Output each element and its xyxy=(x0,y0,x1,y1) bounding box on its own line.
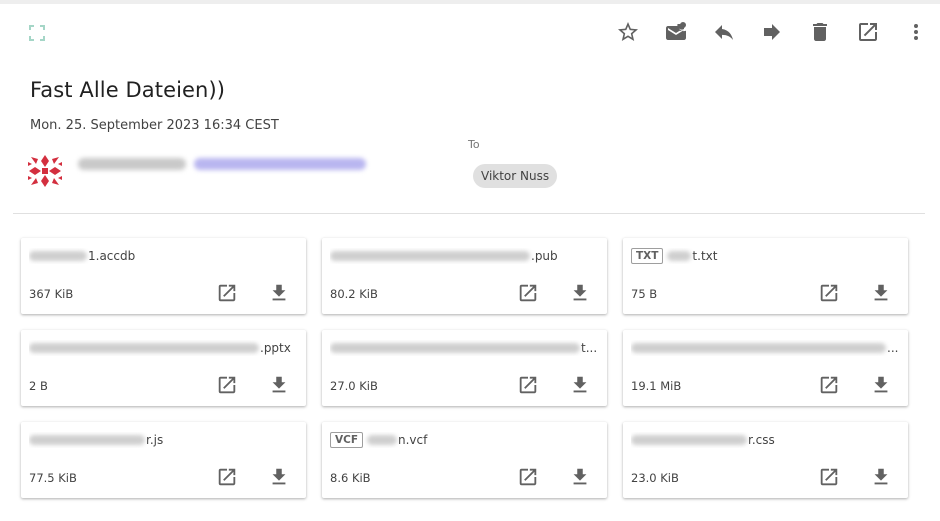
forward-icon[interactable] xyxy=(748,20,796,44)
attachment-name-suffix: r.js xyxy=(146,433,164,447)
attachment-name-redacted xyxy=(667,251,692,261)
attachment-size: 2 B xyxy=(29,379,48,393)
attachment-name-suffix: t.txt xyxy=(692,249,718,263)
attachment-card[interactable]: t... 27.0 KiB xyxy=(322,330,607,406)
attachment-name: t... xyxy=(330,340,599,356)
attachment-size: 19.1 MiB xyxy=(631,379,682,393)
open-external-icon[interactable] xyxy=(216,466,238,488)
download-icon[interactable] xyxy=(569,374,591,396)
download-icon[interactable] xyxy=(268,282,290,304)
attachment-name-redacted xyxy=(29,435,145,445)
header-divider xyxy=(13,213,925,214)
open-external-icon[interactable] xyxy=(517,282,539,304)
download-icon[interactable] xyxy=(870,282,892,304)
attachment-name-suffix: t... xyxy=(581,341,598,355)
more-vert-icon[interactable] xyxy=(892,20,940,44)
download-icon[interactable] xyxy=(870,374,892,396)
star-icon[interactable] xyxy=(604,20,652,44)
message-toolbar xyxy=(604,20,940,44)
attachment-card[interactable]: TXT t.txt 75 B xyxy=(623,238,908,314)
to-label: To xyxy=(468,138,480,151)
top-border xyxy=(0,0,940,4)
email-date: Mon. 25. September 2023 16:34 CEST xyxy=(30,118,279,133)
attachment-card[interactable]: .pptx 2 B xyxy=(21,330,306,406)
attachment-size: 27.0 KiB xyxy=(330,379,378,393)
attachment-name-redacted xyxy=(631,343,886,353)
attachment-name-redacted xyxy=(330,343,580,353)
attachment-name-suffix: .pub xyxy=(531,249,558,263)
attachment-name: VCF n.vcf xyxy=(330,432,599,448)
attachment-name-redacted xyxy=(29,343,259,353)
attachment-list: 1.accdb 367 KiB .pub 80.2 KiB TXT t.txt … xyxy=(21,238,908,498)
download-icon[interactable] xyxy=(268,466,290,488)
attachment-card[interactable]: r.css 23.0 KiB xyxy=(623,422,908,498)
attachment-card[interactable]: VCF n.vcf 8.6 KiB xyxy=(322,422,607,498)
open-external-icon[interactable] xyxy=(818,466,840,488)
attachment-name-suffix: .pptx xyxy=(260,341,291,355)
download-icon[interactable] xyxy=(569,466,591,488)
attachment-name-suffix: n.vcf xyxy=(398,433,428,447)
open-external-icon[interactable] xyxy=(844,20,892,44)
reply-icon[interactable] xyxy=(700,20,748,44)
attachment-size: 8.6 KiB xyxy=(330,471,371,485)
attachment-name-redacted xyxy=(330,251,530,261)
attachment-card[interactable]: r.js 77.5 KiB xyxy=(21,422,306,498)
sender-email-redacted[interactable] xyxy=(194,158,366,170)
open-external-icon[interactable] xyxy=(517,374,539,396)
attachment-size: 75 B xyxy=(631,287,658,301)
attachment-name: .pptx xyxy=(29,340,298,356)
sender-info xyxy=(78,158,366,170)
attachment-name: TXT t.txt xyxy=(631,248,900,264)
download-icon[interactable] xyxy=(870,466,892,488)
attachment-name: r.css xyxy=(631,432,900,448)
attachment-name-redacted xyxy=(29,251,87,261)
sender-avatar xyxy=(26,152,64,190)
sender-name-redacted xyxy=(78,158,186,170)
recipient-chip[interactable]: Viktor Nuss xyxy=(473,164,558,188)
download-icon[interactable] xyxy=(268,374,290,396)
attachment-name: r.js xyxy=(29,432,298,448)
attachment-name-redacted xyxy=(631,435,747,445)
file-type-badge: VCF xyxy=(330,432,364,448)
attachment-card[interactable]: 1.accdb 367 KiB xyxy=(21,238,306,314)
mail-unread-icon[interactable] xyxy=(652,20,700,44)
attachment-size: 77.5 KiB xyxy=(29,471,77,485)
attachment-card[interactable]: ... 19.1 MiB xyxy=(623,330,908,406)
attachment-name: ... xyxy=(631,340,900,356)
file-type-badge: TXT xyxy=(631,248,664,264)
attachment-size: 367 KiB xyxy=(29,287,74,301)
email-subject: Fast Alle Dateien)) xyxy=(30,78,226,102)
download-icon[interactable] xyxy=(569,282,591,304)
fullscreen-icon[interactable] xyxy=(28,24,46,42)
attachment-card[interactable]: .pub 80.2 KiB xyxy=(322,238,607,314)
attachment-name-suffix: 1.accdb xyxy=(88,249,136,263)
open-external-icon[interactable] xyxy=(818,374,840,396)
attachment-size: 80.2 KiB xyxy=(330,287,378,301)
delete-icon[interactable] xyxy=(796,20,844,44)
attachment-name-suffix: ... xyxy=(887,341,899,355)
open-external-icon[interactable] xyxy=(818,282,840,304)
open-external-icon[interactable] xyxy=(216,282,238,304)
open-external-icon[interactable] xyxy=(216,374,238,396)
open-external-icon[interactable] xyxy=(517,466,539,488)
attachment-size: 23.0 KiB xyxy=(631,471,679,485)
attachment-name: 1.accdb xyxy=(29,248,298,264)
attachment-name-redacted xyxy=(367,435,398,445)
attachment-name-suffix: r.css xyxy=(748,433,775,447)
attachment-name: .pub xyxy=(330,248,599,264)
